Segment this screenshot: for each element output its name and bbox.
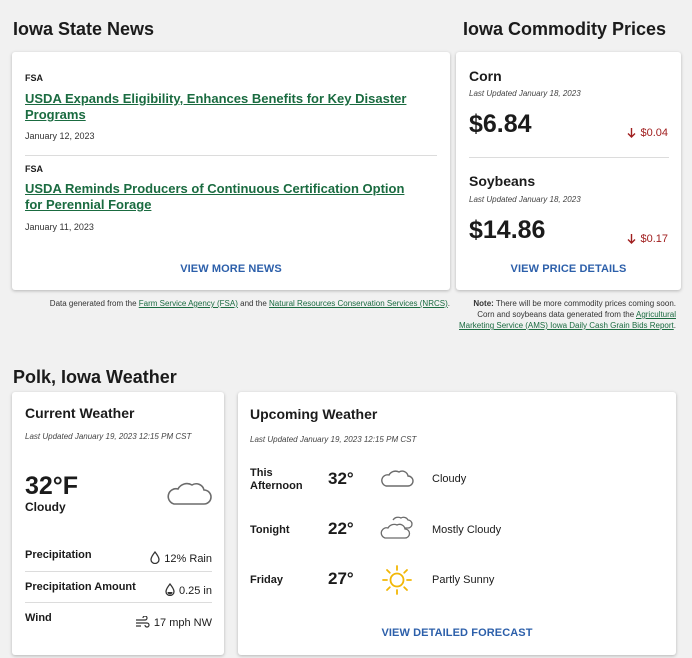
footnote-prefix: Data generated from the	[49, 299, 139, 308]
forecast-condition: Partly Sunny	[432, 574, 495, 586]
commodity-change: $0.17	[627, 233, 668, 245]
water-drop-icon	[165, 582, 175, 597]
forecast-period: This Afternoon	[250, 467, 303, 493]
current-condition: Cloudy	[25, 500, 66, 514]
footnote-middle: and the	[237, 299, 270, 308]
commodity-change-value: $0.04	[640, 127, 668, 139]
commodity-divider	[469, 157, 669, 158]
news-item-agency: FSA	[25, 73, 43, 83]
forecast-period: Tonight	[250, 524, 290, 537]
note-label: Note:	[473, 299, 494, 308]
wind-value: 17 mph NW	[153, 617, 212, 629]
forecast-condition: Cloudy	[432, 473, 467, 485]
upcoming-weather-heading: Upcoming Weather	[250, 406, 378, 422]
commodity-updated: Last Updated January 18, 2023	[469, 89, 581, 98]
precipitation-amount-value: 0.25 in	[178, 585, 212, 597]
weather-row-divider	[25, 571, 212, 572]
view-detailed-forecast-link[interactable]: VIEW DETAILED FORECAST	[238, 627, 676, 639]
commodity-card: Corn Last Updated January 18, 2023 $6.84…	[456, 52, 681, 290]
precipitation-amount-value-group: 0.25 in	[165, 581, 212, 599]
forecast-period: Friday	[250, 574, 283, 587]
forecast-temperature: 27°	[328, 569, 354, 588]
fsa-link[interactable]: Farm Service Agency (FSA)	[139, 299, 238, 308]
sun-icon	[382, 565, 412, 595]
commodity-price: $14.86	[469, 216, 546, 244]
arrow-down-icon	[627, 128, 636, 138]
commodity-updated: Last Updated January 18, 2023	[469, 195, 581, 204]
note-text: There will be more commodity prices comi…	[493, 299, 676, 308]
arrow-down-icon	[627, 234, 636, 244]
current-weather-heading: Current Weather	[25, 405, 135, 421]
view-more-news-link[interactable]: VIEW MORE NEWS	[12, 263, 450, 275]
current-weather-card: Current Weather Last Updated January 19,…	[12, 392, 224, 655]
commodity-change: $0.04	[627, 127, 668, 139]
news-footnote: Data generated from the Farm Service Age…	[12, 298, 450, 309]
commodity-name: Corn	[469, 68, 502, 84]
forecast-period-line2: Afternoon	[250, 480, 303, 492]
wind-icon	[135, 615, 150, 628]
news-section-title: Iowa State News	[13, 19, 155, 39]
commodity-price: $6.84	[469, 110, 532, 138]
mostly-cloudy-icon	[380, 516, 413, 539]
news-item-headline-link[interactable]: USDA Reminds Producers of Continuous Cer…	[25, 181, 425, 213]
footnote-suffix: .	[447, 299, 450, 308]
note-suffix: .	[673, 321, 676, 330]
commodity-change-value: $0.17	[640, 233, 668, 245]
precipitation-value-group: 12% Rain	[150, 549, 212, 567]
news-card: FSA USDA Expands Eligibility, Enhances B…	[12, 52, 450, 290]
upcoming-weather-updated: Last Updated January 19, 2023 12:15 PM C…	[250, 435, 417, 444]
cloud-icon	[381, 470, 414, 487]
current-temperature: 32°F	[25, 472, 79, 500]
forecast-temperature: 22°	[328, 519, 354, 538]
commodity-note: Note: There will be more commodity price…	[452, 298, 676, 331]
precipitation-label: Precipitation	[25, 549, 92, 561]
weather-section-title: Polk, Iowa Weather	[13, 367, 177, 387]
commodity-section-title: Iowa Commodity Prices	[463, 19, 667, 39]
forecast-condition: Mostly Cloudy	[432, 524, 502, 536]
note-text-2: Corn and soybeans data generated from th…	[477, 310, 636, 319]
commodity-name: Soybeans	[469, 173, 536, 189]
raindrop-icon	[150, 550, 160, 565]
precipitation-amount-label: Precipitation Amount	[25, 581, 136, 593]
news-divider	[25, 155, 437, 156]
wind-label: Wind	[25, 612, 52, 624]
precipitation-value: 12% Rain	[164, 553, 212, 565]
news-item-headline-link[interactable]: USDA Expands Eligibility, Enhances Benef…	[25, 91, 425, 123]
view-price-details-link[interactable]: VIEW PRICE DETAILS	[456, 263, 681, 275]
forecast-period-line1: Tonight	[250, 524, 290, 536]
news-item-date: January 11, 2023	[25, 222, 94, 232]
forecast-temperature: 32°	[328, 469, 354, 488]
forecast-period-line1: This	[250, 467, 273, 479]
wind-value-group: 17 mph NW	[135, 613, 212, 631]
nrcs-link[interactable]: Natural Resources Conservation Services …	[269, 299, 448, 308]
weather-row-divider	[25, 602, 212, 603]
news-item-agency: FSA	[25, 164, 43, 174]
news-item-date: January 12, 2023	[25, 131, 95, 141]
forecast-period-line1: Friday	[250, 574, 284, 586]
cloud-icon	[167, 482, 212, 505]
current-weather-updated: Last Updated January 19, 2023 12:15 PM C…	[25, 432, 192, 441]
upcoming-weather-card: Upcoming Weather Last Updated January 19…	[238, 392, 676, 655]
